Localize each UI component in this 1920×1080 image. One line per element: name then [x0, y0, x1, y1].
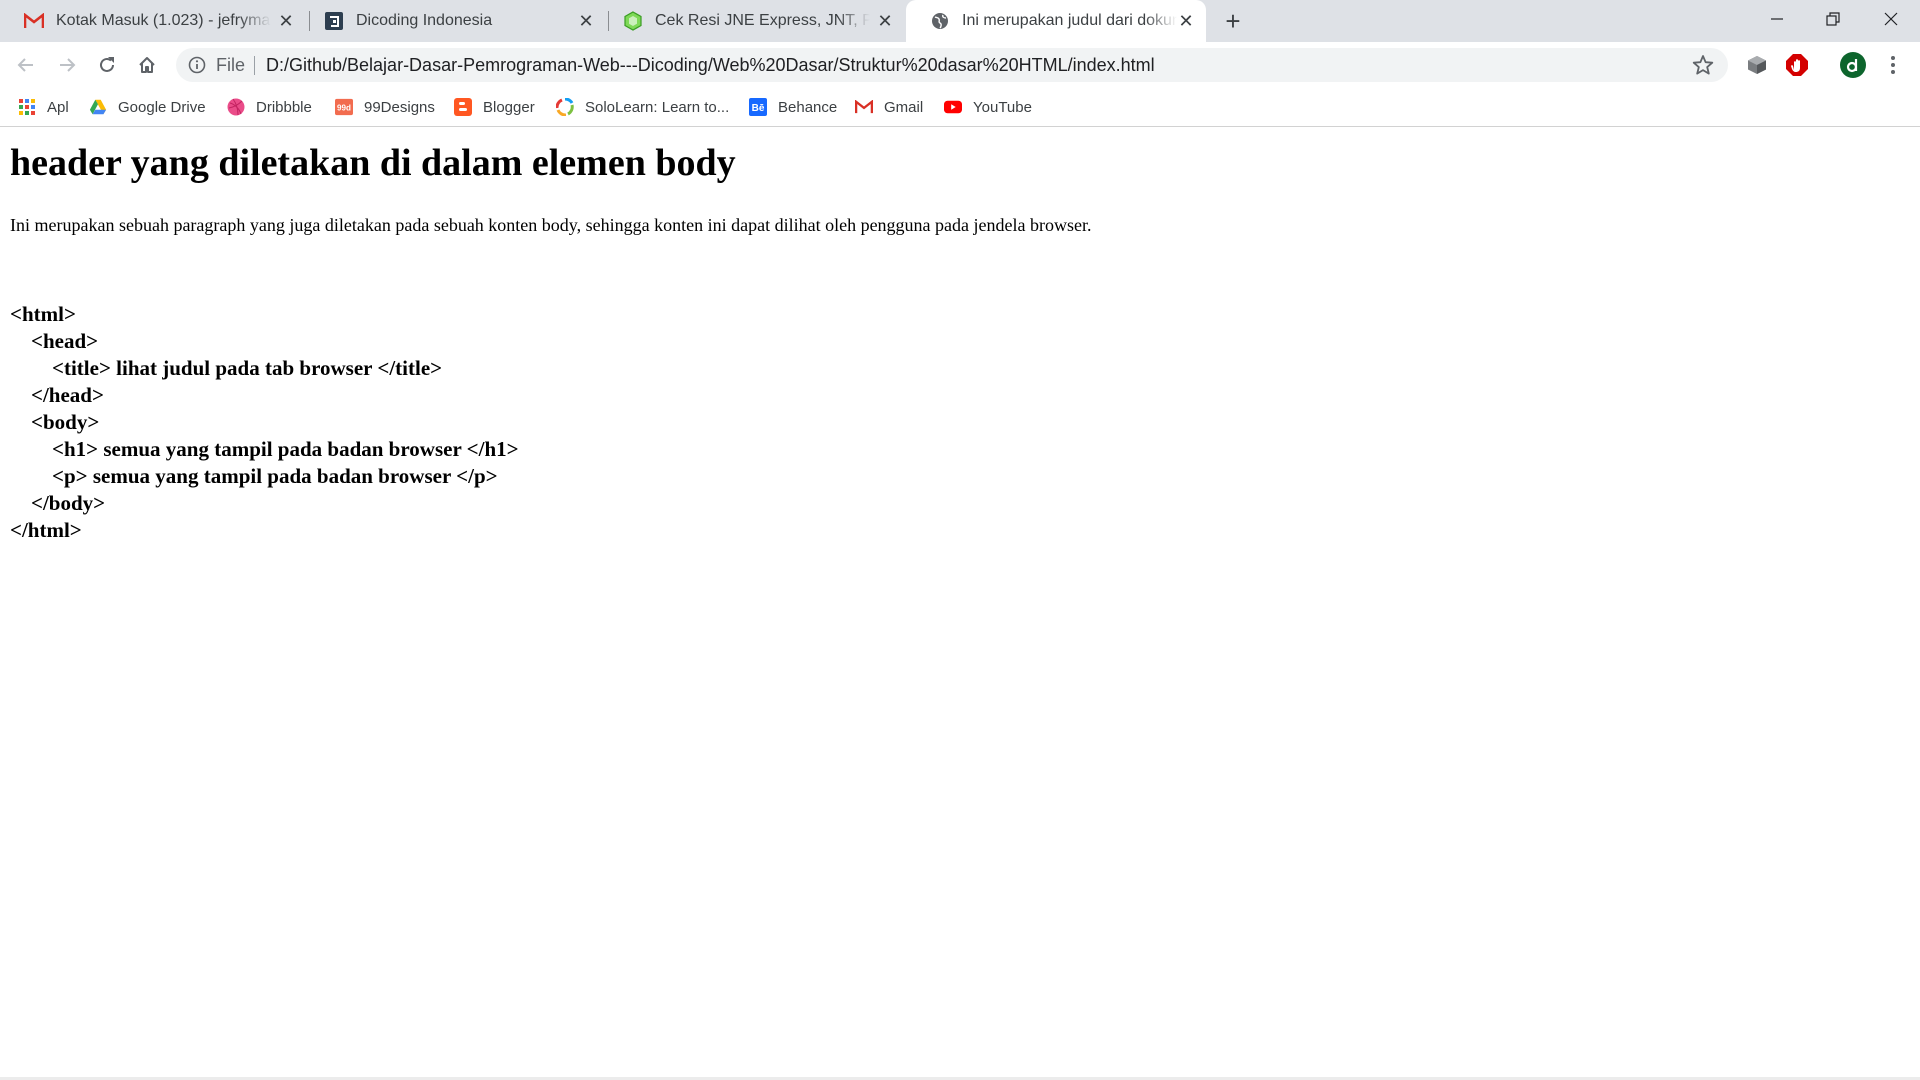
bookmark-label: Behance [778, 98, 838, 116]
tab-title: Kotak Masuk (1.023) - jefrymanurung [56, 12, 271, 29]
code-line: </html> [10, 518, 82, 542]
gmail-icon [24, 11, 44, 31]
bookmark-sololearn[interactable]: SoloLearn: Learn to... [556, 96, 729, 118]
html-structure-code: <html> <head> <title> lihat judul pada t… [10, 301, 519, 544]
bookmark-label: 99Designs [364, 98, 435, 116]
bookmark-star-icon[interactable] [1692, 54, 1714, 76]
bookmark-blogger[interactable]: Blogger [454, 96, 535, 118]
code-line: <title> lihat judul pada tab browser </t… [10, 356, 443, 380]
close-icon[interactable]: ✕ [1176, 11, 1196, 31]
arrow-right-icon [60, 58, 76, 72]
code-line: </body> [10, 491, 106, 515]
tab-strip: Kotak Masuk (1.023) - jefrymanurung ✕ Di… [0, 0, 1920, 42]
new-tab-button[interactable]: + [1220, 8, 1246, 34]
page-paragraph: Ini merupakan sebuah paragraph yang juga… [10, 215, 1092, 235]
bookmark-google-drive[interactable]: Google Drive [89, 96, 206, 118]
forward-button[interactable] [51, 49, 83, 81]
dicoding-icon [324, 11, 344, 31]
close-window-button[interactable] [1862, 0, 1920, 38]
address-bar[interactable]: File D:/Github/Belajar-Dasar-Pemrograman… [176, 48, 1728, 82]
blogger-icon [454, 98, 472, 116]
bookmarks-bar: Apl Google Drive Dribbble 99d 99Designs … [0, 88, 1920, 127]
bookmark-label: SoloLearn: Learn to... [585, 98, 730, 116]
svg-text:99d: 99d [337, 104, 351, 113]
arrow-left-icon [17, 58, 33, 72]
tab-title: Cek Resi JNE Express, JNT, POS, TIKI [655, 12, 870, 29]
gmail-icon [855, 98, 873, 116]
apps-grid-icon [18, 98, 36, 116]
reload-icon [100, 57, 114, 72]
tab-active-document[interactable]: Ini merupakan judul dari dokumen ✕ [906, 0, 1206, 42]
tab-dicoding[interactable]: Dicoding Indonesia ✕ [300, 0, 606, 42]
99designs-icon: 99d [335, 98, 353, 116]
back-button[interactable] [10, 49, 42, 81]
dribbble-icon [227, 98, 245, 116]
bookmark-label: Gmail [884, 98, 924, 116]
google-drive-icon [89, 98, 107, 116]
home-button[interactable] [131, 49, 163, 81]
cekresi-icon [623, 11, 643, 31]
bookmark-dribbble[interactable]: Dribbble [227, 96, 312, 118]
page-content: header yang diletakan di dalam elemen bo… [0, 127, 1920, 1080]
bookmark-label: Apl [47, 98, 69, 116]
minimize-icon [1771, 18, 1783, 20]
bookmark-label: YouTube [973, 98, 1032, 116]
close-icon[interactable]: ✕ [576, 11, 596, 31]
avatar [1840, 52, 1866, 78]
profile-avatar[interactable]: J [1840, 52, 1866, 78]
sololearn-icon [556, 98, 574, 116]
restore-icon [1826, 12, 1840, 26]
extension-button[interactable] [1784, 52, 1810, 78]
youtube-icon [944, 98, 962, 116]
info-icon[interactable] [188, 56, 206, 74]
menu-button[interactable] [1880, 52, 1906, 78]
extension-button[interactable] [1744, 52, 1770, 78]
svg-text:Bē: Bē [752, 103, 765, 114]
minimize-button[interactable] [1748, 0, 1806, 38]
code-line: </head> [10, 383, 104, 407]
bookmark-apps[interactable]: Apl [18, 96, 69, 118]
reload-button[interactable] [91, 49, 123, 81]
cube-extension-icon [1748, 56, 1766, 74]
page-heading: header yang diletakan di dalam elemen bo… [10, 142, 736, 184]
close-icon [1884, 12, 1898, 26]
behance-icon: Bē [749, 98, 767, 116]
bookmark-label: Blogger [483, 98, 535, 116]
restore-button[interactable] [1804, 0, 1862, 38]
code-line: <head> [10, 329, 99, 353]
bookmark-behance[interactable]: Bē Behance [749, 96, 837, 118]
adblock-icon [1786, 54, 1808, 76]
close-icon[interactable]: ✕ [276, 11, 296, 31]
home-icon [139, 57, 155, 73]
code-line: <body> [10, 410, 100, 434]
tab-title: Ini merupakan judul dari dokumen [962, 12, 1177, 29]
code-line: <p> semua yang tampil pada badan browser… [10, 464, 498, 488]
globe-icon [930, 11, 950, 31]
tab-cekresi[interactable]: Cek Resi JNE Express, JNT, POS, TIKI ✕ [599, 0, 905, 42]
bookmark-label: Google Drive [118, 98, 206, 116]
tab-title: Dicoding Indonesia [356, 12, 493, 29]
bookmark-99designs[interactable]: 99d 99Designs [335, 96, 435, 118]
kebab-menu-icon [1891, 56, 1895, 74]
code-line: <html> [10, 302, 76, 326]
url-text[interactable]: D:/Github/Belajar-Dasar-Pemrograman-Web-… [266, 55, 1155, 76]
bookmark-gmail[interactable]: Gmail [855, 96, 923, 118]
close-icon[interactable]: ✕ [875, 11, 895, 31]
code-line: <h1> semua yang tampil pada badan browse… [10, 437, 519, 461]
omnibox-divider [254, 56, 255, 75]
scheme-label: File [216, 55, 246, 75]
bookmark-label: Dribbble [256, 98, 312, 116]
bookmark-youtube[interactable]: YouTube [944, 96, 1032, 118]
tab-gmail[interactable]: Kotak Masuk (1.023) - jefrymanurung ✕ [0, 0, 306, 42]
